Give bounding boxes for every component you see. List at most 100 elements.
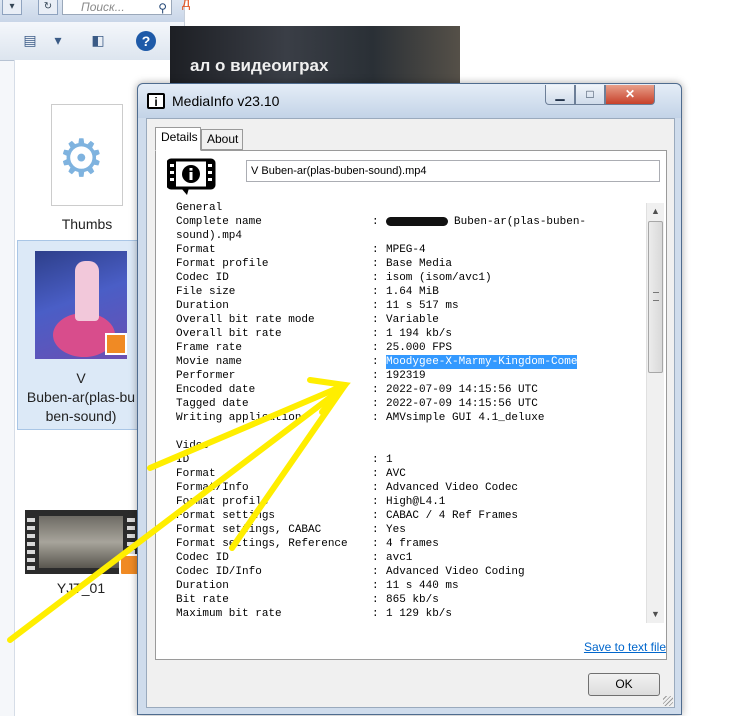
report-value: avc1 (386, 551, 412, 565)
mediainfo-logo-icon (167, 158, 216, 195)
tab-details[interactable]: Details (155, 127, 201, 151)
report-key: Format (176, 468, 216, 480)
background-banner-image: ал о видеоиграх (170, 26, 460, 86)
report-value-text: 192319 (386, 370, 426, 382)
file-label: YJT_01 (56, 580, 106, 596)
report-value: 1 129 kb/s (386, 607, 452, 619)
file-label-line: ben-sound) (45, 408, 117, 424)
video-thumbnail (25, 510, 141, 576)
report-key: Duration (176, 300, 229, 312)
report-scrollbar[interactable]: ▲ ▼ (646, 203, 664, 623)
report-value: 1.64 MiB (386, 285, 439, 299)
report-key: Format profile (176, 496, 269, 508)
resize-grip-icon[interactable] (663, 696, 673, 706)
report-key: Bit rate (176, 594, 229, 606)
report-key: Tagged date (176, 398, 249, 410)
report-value-text: Yes (386, 524, 406, 536)
report-separator: : (372, 272, 379, 284)
report-separator: : (372, 384, 379, 396)
report-value: 11 s 440 ms (386, 579, 459, 593)
report-separator: : (372, 216, 379, 228)
view-icon[interactable]: ▤ (22, 32, 38, 48)
report-separator: : (372, 300, 379, 312)
scroll-down-icon[interactable]: ▼ (647, 606, 664, 623)
report-separator: : (372, 342, 379, 354)
report-key: sound).mp4 (176, 230, 243, 242)
report-key: Format/Info (176, 482, 249, 494)
window-title: MediaInfo v23.10 (172, 93, 280, 109)
report-separator: : (372, 370, 379, 382)
report-key: General (176, 202, 223, 214)
file-item-video-selected[interactable]: V Buben-ar(plas-bu ben-sound) (17, 240, 145, 430)
report-separator: : (372, 286, 379, 298)
report-value: 2022-07-09 14:15:56 UTC (386, 383, 538, 397)
video-thumbnail (35, 251, 127, 359)
scroll-up-icon[interactable]: ▲ (647, 203, 664, 220)
report-value: High@L4.1 (386, 495, 445, 509)
report-separator: : (372, 356, 379, 368)
maximize-button[interactable]: □ (575, 85, 605, 105)
report-value: AMVsimple GUI 4.1_deluxe (386, 411, 544, 425)
report-separator: : (372, 538, 379, 550)
report-value: 865 kb/s (386, 593, 439, 607)
dialog-client-area: Details About V Buben-ar(plas-buben-soun… (146, 118, 675, 708)
close-button[interactable]: ✕ (605, 85, 655, 105)
file-item-yjt[interactable]: YJT_01 (21, 510, 141, 596)
report-value: Variable (386, 313, 439, 327)
file-item-thumbs[interactable]: ⚙ Thumbs (39, 104, 135, 232)
report-key: Maximum bit rate (176, 608, 282, 619)
report-value-text: Base Media (386, 258, 453, 270)
report-separator: : (372, 608, 379, 619)
report-key: Overall bit rate (176, 328, 282, 340)
report-value-text: 2022-07-09 14:15:56 UTC (386, 384, 538, 396)
mediainfo-window: i MediaInfo v23.10 ▁ □ ✕ Details About V… (137, 83, 682, 715)
report-separator: : (372, 580, 379, 592)
report-value-text: Advanced Video Codec (386, 482, 519, 494)
report-separator: : (372, 244, 379, 256)
report-key: Complete name (176, 216, 262, 228)
report-value-text: 25.000 FPS (386, 342, 453, 354)
report-value: 1 194 kb/s (386, 327, 452, 341)
scrollbar-thumb[interactable] (648, 221, 663, 373)
report-value: CABAC / 4 Ref Frames (386, 509, 518, 523)
file-label: V Buben-ar(plas-bu ben-sound) (18, 369, 144, 426)
view-dropdown-icon[interactable]: ▾ (50, 32, 66, 48)
report-separator: : (372, 412, 379, 424)
title-bar[interactable]: i MediaInfo v23.10 ▁ □ ✕ (138, 84, 681, 118)
details-panel: V Buben-ar(plas-buben-sound).mp4 General… (155, 150, 667, 660)
settings-file-icon: ⚙ (51, 104, 123, 206)
report-value-text: Buben-ar(plas-buben- (454, 216, 587, 228)
ok-button[interactable]: OK (588, 673, 660, 696)
report-value-text: 1 (386, 454, 393, 466)
explorer-address-bar: ▾ ↻ Поиск... ⚲ (0, 0, 184, 22)
refresh-icon[interactable]: ↻ (38, 0, 58, 15)
report-value-selected: Moodygee-X-Marmy-Kingdom-Come (386, 355, 578, 369)
search-input[interactable]: Поиск... ⚲ (62, 0, 172, 15)
report-value: 1 (386, 453, 393, 467)
search-icon[interactable]: ⚲ (158, 0, 167, 16)
report-value-text: avc1 (386, 552, 413, 564)
report-value-text: AMVsimple GUI 4.1_deluxe (386, 412, 545, 424)
report-key: Frame rate (176, 342, 243, 354)
save-to-text-file-link[interactable]: Save to text file (584, 640, 666, 654)
report-value: 192319 (386, 369, 426, 383)
report-key: ID (176, 454, 190, 466)
report-separator: : (372, 398, 379, 410)
tab-about[interactable]: About (201, 129, 243, 150)
help-icon[interactable]: ? (136, 31, 156, 51)
report-value-text: 4 frames (386, 538, 439, 550)
report-key: Video (176, 440, 210, 452)
report-value: isom (isom/avc1) (386, 271, 492, 285)
report-key: Format profile (176, 258, 269, 270)
report-key: Overall bit rate mode (176, 314, 315, 326)
report-text-area[interactable]: General Complete name: Buben-ar(plas-buben… (166, 201, 644, 619)
report-key: Format settings, CABAC (176, 524, 322, 536)
file-name-field[interactable]: V Buben-ar(plas-buben-sound).mp4 (246, 160, 660, 182)
minimize-button[interactable]: ▁ (545, 85, 575, 105)
preview-pane-icon[interactable]: ◧ (90, 32, 106, 48)
dropdown-icon[interactable]: ▾ (2, 0, 22, 15)
report-value-text: 11 s 440 ms (386, 580, 459, 592)
redaction-mark (386, 216, 448, 226)
report-value-text: CABAC / 4 Ref Frames (386, 510, 519, 522)
report-value-text: 1 194 kb/s (386, 328, 453, 340)
